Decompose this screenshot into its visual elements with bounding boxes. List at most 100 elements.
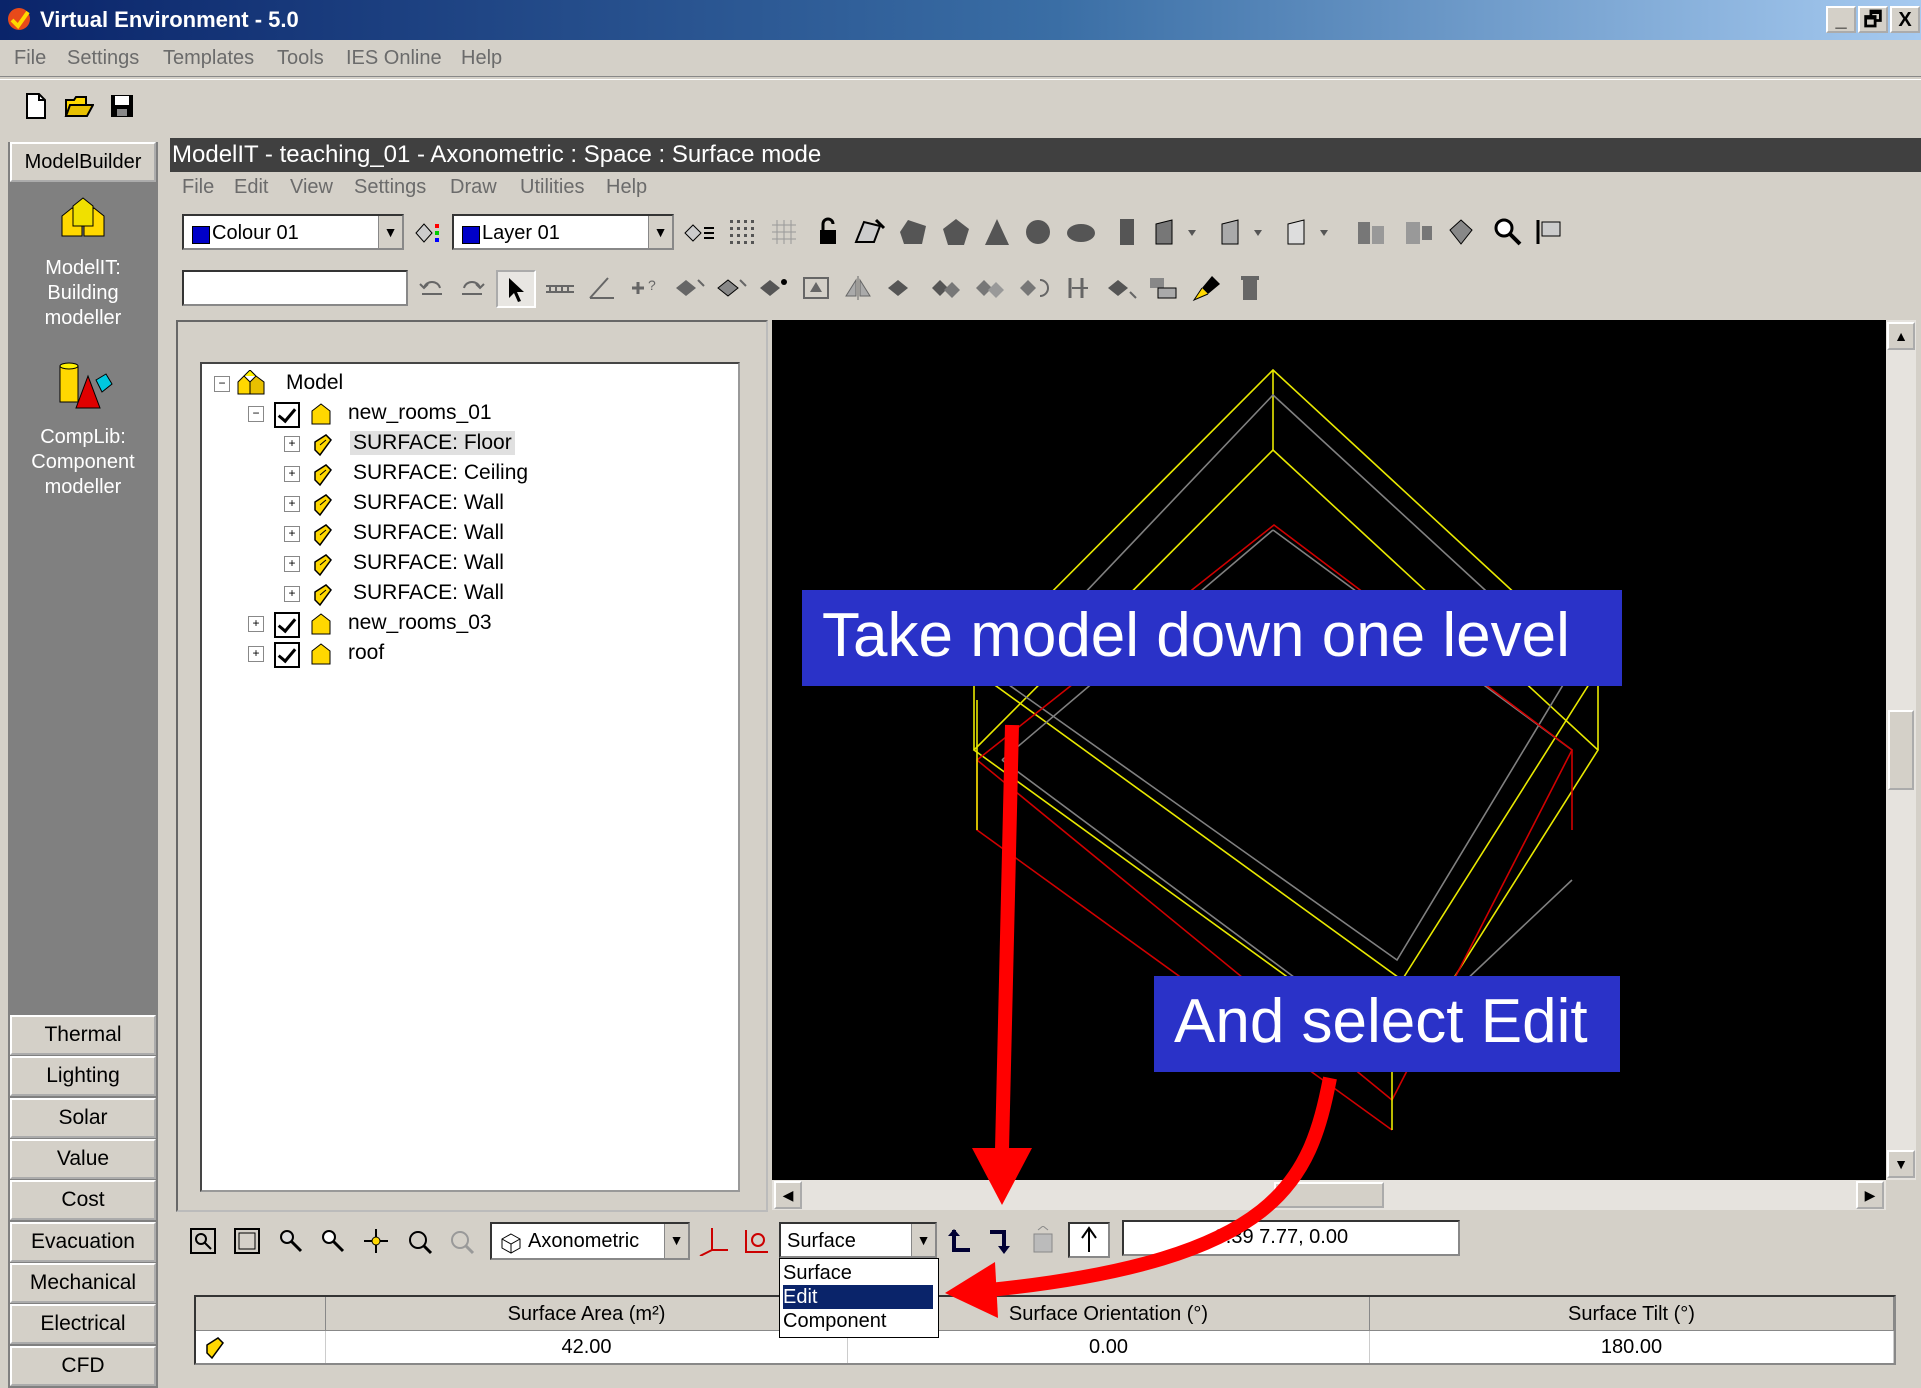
solar-button[interactable]: Solar [10, 1098, 156, 1138]
table-header[interactable] [196, 1297, 326, 1331]
cost-button[interactable]: Cost [10, 1180, 156, 1220]
shape-irregular-icon[interactable] [896, 216, 930, 248]
zoom-in-icon[interactable] [276, 1226, 306, 1256]
chevron-down-icon[interactable]: ▼ [911, 1224, 935, 1256]
menu-help[interactable]: Help [461, 47, 502, 70]
rotate-view-icon[interactable] [1446, 216, 1476, 248]
zoom-window-icon[interactable] [188, 1226, 218, 1256]
value-button[interactable]: Value [10, 1139, 156, 1179]
shape-circle-icon[interactable] [1022, 216, 1054, 248]
room-group-icon[interactable] [1354, 216, 1388, 248]
rotate-object-icon[interactable] [1016, 274, 1052, 302]
delete-icon[interactable] [1238, 272, 1262, 304]
undo-icon[interactable] [416, 274, 448, 302]
move-icon[interactable] [884, 274, 918, 302]
mode-select[interactable]: Surface ▼ [779, 1222, 937, 1258]
collapse-icon[interactable]: − [214, 376, 230, 392]
level-up-icon[interactable] [944, 1226, 974, 1256]
visibility-checkbox[interactable] [274, 612, 300, 638]
properties-icon[interactable] [1146, 274, 1180, 302]
modelit-menu-utilities[interactable]: Utilities [520, 176, 584, 199]
copy-icon[interactable] [928, 274, 964, 302]
zoom-out-icon[interactable] [318, 1226, 348, 1256]
expand-icon[interactable]: + [284, 586, 300, 602]
modelit-menu-settings[interactable]: Settings [354, 176, 426, 199]
modelit-label[interactable]: ModelIT: Building modeller [10, 256, 156, 331]
shape-triangle-icon[interactable] [982, 216, 1012, 248]
close-button[interactable]: X [1890, 6, 1920, 33]
thermal-button[interactable]: Thermal [10, 1015, 156, 1055]
zoom-tool-icon[interactable] [1490, 216, 1524, 248]
scroll-thumb[interactable] [1888, 710, 1914, 790]
orbit-icon[interactable] [404, 1226, 434, 1256]
scroll-right-icon[interactable]: ▶ [1856, 1181, 1884, 1209]
shape-pentagon-icon[interactable] [940, 216, 972, 248]
modelit-menu-file[interactable]: File [182, 176, 214, 199]
command-input[interactable] [182, 270, 408, 306]
north-indicator[interactable] [1068, 1222, 1110, 1258]
previous-view-icon[interactable] [446, 1226, 476, 1256]
floor-level-icon[interactable] [1028, 1226, 1058, 1256]
chevron-down-icon[interactable]: ▼ [378, 216, 402, 248]
menu-ies-online[interactable]: IES Online [346, 47, 442, 70]
menu-file[interactable]: File [14, 47, 46, 70]
expand-icon[interactable]: + [284, 526, 300, 542]
chevron-down-icon[interactable]: ▼ [664, 1224, 688, 1258]
menu-templates[interactable]: Templates [163, 47, 254, 70]
shape-ellipse-icon[interactable] [1064, 220, 1098, 246]
colour-select[interactable]: Colour 01 ▼ [182, 214, 404, 250]
visibility-checkbox[interactable] [274, 402, 300, 428]
redo-icon[interactable] [456, 274, 488, 302]
window-tool-icon[interactable] [1218, 216, 1266, 248]
save-icon[interactable] [108, 92, 136, 120]
dropdown-option-surface[interactable]: Surface [783, 1261, 933, 1285]
electrical-button[interactable]: Electrical [10, 1304, 156, 1344]
dropdown-option-component[interactable]: Component [783, 1309, 933, 1333]
view-type-select[interactable]: Axonometric ▼ [490, 1222, 690, 1260]
cfd-button[interactable]: CFD [10, 1346, 156, 1386]
mirror-icon[interactable] [842, 274, 874, 302]
dropdown-option-edit[interactable]: Edit [783, 1285, 933, 1309]
pointer-tool-button[interactable] [496, 270, 536, 308]
axes-icon[interactable] [696, 1226, 730, 1256]
scroll-thumb[interactable] [1274, 1182, 1384, 1208]
maximize-button[interactable]: 🗗 [1858, 6, 1888, 33]
angle-icon[interactable] [586, 274, 618, 302]
expand-icon[interactable]: + [284, 496, 300, 512]
add-point-icon[interactable]: ? [628, 274, 664, 302]
scroll-down-icon[interactable]: ▼ [1887, 1150, 1915, 1178]
door-tool-icon[interactable] [1152, 216, 1200, 248]
expand-icon[interactable]: + [248, 646, 264, 662]
select-surface-icon[interactable] [714, 274, 748, 302]
modelbuilder-tab[interactable]: ModelBuilder [10, 142, 156, 182]
modelit-menu-edit[interactable]: Edit [234, 176, 268, 199]
minimize-button[interactable]: _ [1826, 6, 1856, 33]
vertical-scrollbar[interactable]: ▲ ▼ [1886, 320, 1916, 1180]
building-modeller-icon[interactable] [58, 196, 108, 242]
expand-icon[interactable]: + [248, 616, 264, 632]
modelit-menu-draw[interactable]: Draw [450, 176, 497, 199]
modelit-menu-help[interactable]: Help [606, 176, 647, 199]
stretch-icon[interactable] [1062, 274, 1094, 302]
table-row-icon-cell[interactable] [196, 1331, 326, 1363]
measure-icon[interactable] [544, 276, 576, 302]
zoom-extents-icon[interactable] [232, 1226, 262, 1256]
paint-brush-icon[interactable] [1190, 272, 1224, 304]
complib-label[interactable]: CompLib: Component modeller [10, 425, 156, 500]
query-tool-icon[interactable] [1534, 216, 1566, 248]
mechanical-button[interactable]: Mechanical [10, 1263, 156, 1303]
open-folder-icon[interactable] [64, 92, 94, 120]
hole-tool-icon[interactable] [1284, 216, 1332, 248]
rotate-axes-icon[interactable] [740, 1226, 772, 1256]
grid-icon[interactable] [728, 218, 756, 246]
lock-icon[interactable] [816, 216, 840, 248]
snap-grid-icon[interactable] [770, 218, 798, 246]
scroll-left-icon[interactable]: ◀ [774, 1181, 802, 1209]
collapse-icon[interactable]: − [248, 406, 264, 422]
merge-icon[interactable] [1104, 274, 1138, 302]
component-modeller-icon[interactable] [54, 362, 114, 412]
scroll-up-icon[interactable]: ▲ [1887, 322, 1915, 350]
bounding-box-icon[interactable] [800, 274, 832, 302]
lighting-button[interactable]: Lighting [10, 1056, 156, 1096]
evacuation-button[interactable]: Evacuation [10, 1222, 156, 1262]
